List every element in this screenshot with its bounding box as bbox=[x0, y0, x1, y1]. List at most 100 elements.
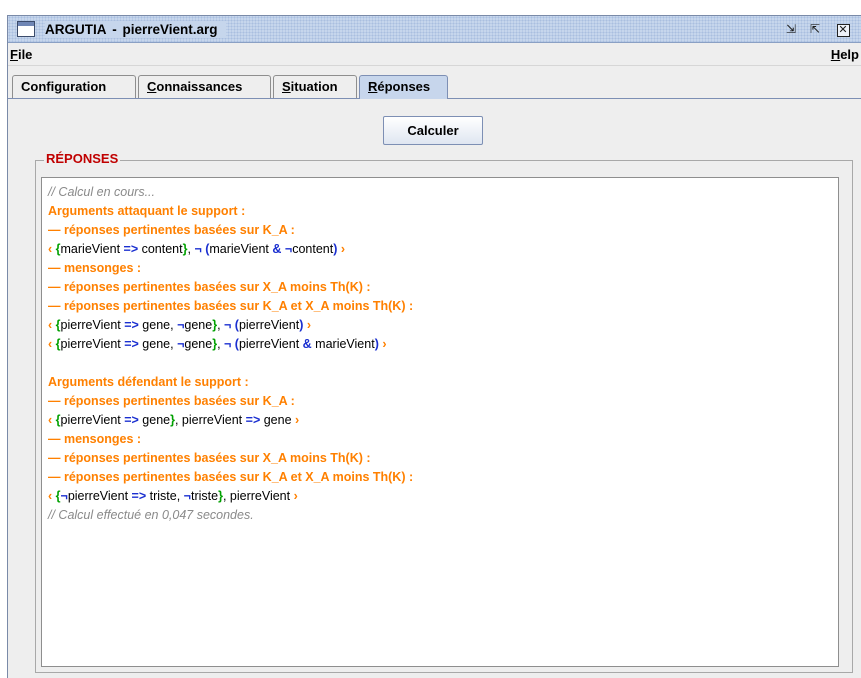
result-line: Arguments défendant le support : bbox=[48, 373, 834, 392]
result-line: ‹ {pierreVient => gene}, pierreVient => … bbox=[48, 411, 834, 430]
result-segment: gene bbox=[260, 413, 292, 427]
tab-label: Configuration bbox=[21, 79, 107, 94]
result-segment: — réponses pertinentes basées sur K_A : bbox=[48, 394, 295, 408]
result-segment: triste, bbox=[146, 489, 184, 503]
tab-situation[interactable]: Situation bbox=[273, 75, 357, 99]
window-title: ARGUTIA - pierreVient.arg bbox=[45, 21, 226, 38]
tab-label: onnaissances bbox=[156, 79, 243, 94]
result-segment: — mensonges : bbox=[48, 432, 142, 446]
result-segment: ¬ ( bbox=[224, 318, 239, 332]
result-segment: — réponses pertinentes basées sur K_A et… bbox=[48, 299, 414, 313]
result-segment: ‹ bbox=[48, 337, 56, 351]
result-segment: ¬ ( bbox=[224, 337, 239, 351]
result-segment: // Calcul en cours... bbox=[48, 185, 155, 199]
result-segment: , bbox=[217, 337, 225, 351]
menu-help-label: elp bbox=[840, 47, 859, 62]
result-segment: gene, bbox=[138, 318, 178, 332]
result-segment: , pierreVient bbox=[222, 489, 291, 503]
app-window: ARGUTIA - pierreVient.arg ⇲ ⇱ ✕ File Help … bbox=[7, 15, 861, 678]
result-segment: ‹ bbox=[48, 489, 56, 503]
result-segment: => bbox=[131, 489, 147, 503]
result-segment: gene bbox=[184, 337, 213, 351]
result-segment: triste bbox=[190, 489, 219, 503]
result-line: — réponses pertinentes basées sur X_A mo… bbox=[48, 278, 834, 297]
calculer-button[interactable]: Calculer bbox=[383, 116, 483, 145]
result-segment: ‹ bbox=[48, 413, 56, 427]
results-lines: // Calcul en cours... Arguments attaquant… bbox=[48, 183, 834, 525]
result-segment: pierreVient bbox=[60, 318, 125, 332]
menu-help-mnemonic: H bbox=[830, 47, 841, 62]
result-line: — réponses pertinentes basées sur K_A et… bbox=[48, 297, 834, 316]
menu-file-mnemonic: F bbox=[10, 47, 18, 62]
result-segment: pierreVient bbox=[238, 318, 300, 332]
menu-bar: File Help bbox=[8, 44, 861, 66]
tab-reponses[interactable]: Réponses bbox=[359, 75, 448, 99]
result-segment: marieVient bbox=[60, 242, 124, 256]
result-line: — réponses pertinentes basées sur X_A mo… bbox=[48, 449, 834, 468]
app-window-icon bbox=[17, 21, 35, 37]
result-segment: — réponses pertinentes basées sur K_A : bbox=[48, 223, 295, 237]
menu-file-label: ile bbox=[17, 47, 33, 62]
result-segment: › bbox=[291, 413, 300, 427]
result-segment: gene bbox=[184, 318, 213, 332]
tab-strip: Configuration Connaissances Situation Ré… bbox=[8, 75, 861, 99]
result-segment: › bbox=[290, 489, 298, 503]
result-line: // Calcul effectué en 0,047 secondes. bbox=[48, 506, 834, 525]
result-segment: pierreVient bbox=[238, 337, 303, 351]
result-segment: ¬ bbox=[281, 242, 293, 256]
result-line: — mensonges : bbox=[48, 430, 834, 449]
result-segment: => bbox=[124, 318, 139, 332]
results-text-area[interactable]: // Calcul en cours... Arguments attaquant… bbox=[41, 177, 839, 667]
menu-file[interactable]: File bbox=[10, 47, 32, 63]
result-segment: ‹ bbox=[48, 318, 56, 332]
result-segment: ¬ bbox=[183, 489, 191, 503]
result-segment: // Calcul effectué en 0,047 secondes. bbox=[48, 508, 254, 522]
menu-help[interactable]: Help bbox=[831, 47, 859, 63]
result-line: ‹ {¬pierreVient => triste, ¬triste}, pie… bbox=[48, 487, 834, 506]
reponses-panel: Calculer RÉPONSES // Calcul en cours... A… bbox=[8, 99, 861, 678]
result-line: — réponses pertinentes basées sur K_A : bbox=[48, 392, 834, 411]
title-bar[interactable]: ARGUTIA - pierreVient.arg ⇲ ⇱ ✕ bbox=[8, 16, 861, 43]
result-line: ‹ {pierreVient => gene, ¬gene}, ¬ (pierr… bbox=[48, 316, 834, 335]
result-segment: content bbox=[138, 242, 183, 256]
result-segment: gene bbox=[138, 413, 171, 427]
result-segment: ¬ bbox=[60, 489, 68, 503]
title-separator: - bbox=[112, 22, 117, 37]
result-segment: marieVient bbox=[209, 242, 273, 256]
tab-label: éponses bbox=[377, 79, 431, 94]
close-icon[interactable]: ✕ bbox=[836, 24, 850, 37]
result-segment: gene, bbox=[138, 337, 178, 351]
result-line: Arguments attaquant le support : bbox=[48, 202, 834, 221]
maximize-icon[interactable]: ⇱ bbox=[806, 20, 824, 38]
result-segment: , bbox=[217, 318, 225, 332]
result-line bbox=[48, 354, 834, 373]
result-segment: , pierreVient bbox=[174, 413, 246, 427]
result-line: — mensonges : bbox=[48, 259, 834, 278]
result-segment: => bbox=[124, 413, 139, 427]
result-segment: pierreVient bbox=[67, 489, 132, 503]
result-segment: Arguments attaquant le support : bbox=[48, 204, 246, 218]
tab-label: ituation bbox=[290, 79, 338, 94]
result-segment: & bbox=[302, 337, 312, 351]
file-name: pierreVient.arg bbox=[122, 22, 218, 37]
result-segment: ‹ bbox=[48, 242, 56, 256]
result-segment: => bbox=[245, 413, 261, 427]
result-line: ‹ {marieVient => content}, ¬ (marieVient… bbox=[48, 240, 834, 259]
result-segment: › bbox=[378, 337, 387, 351]
tab-connaissances[interactable]: Connaissances bbox=[138, 75, 271, 99]
result-segment: content bbox=[292, 242, 334, 256]
result-segment: — réponses pertinentes basées sur X_A mo… bbox=[48, 280, 371, 294]
result-segment: — réponses pertinentes basées sur K_A et… bbox=[48, 470, 414, 484]
result-segment: Arguments défendant le support : bbox=[48, 375, 249, 389]
result-segment: => bbox=[124, 337, 139, 351]
result-line: // Calcul en cours... bbox=[48, 183, 834, 202]
reponses-group-title: RÉPONSES bbox=[44, 151, 121, 167]
result-segment: => bbox=[123, 242, 139, 256]
tab-configuration[interactable]: Configuration bbox=[12, 75, 136, 99]
result-segment: pierreVient bbox=[60, 337, 125, 351]
result-segment: marieVient bbox=[311, 337, 375, 351]
result-segment: ¬ ( bbox=[194, 242, 210, 256]
result-segment: › bbox=[303, 318, 311, 332]
iconify-icon[interactable]: ⇲ bbox=[782, 20, 800, 38]
close-button[interactable]: ✕ bbox=[834, 20, 852, 38]
